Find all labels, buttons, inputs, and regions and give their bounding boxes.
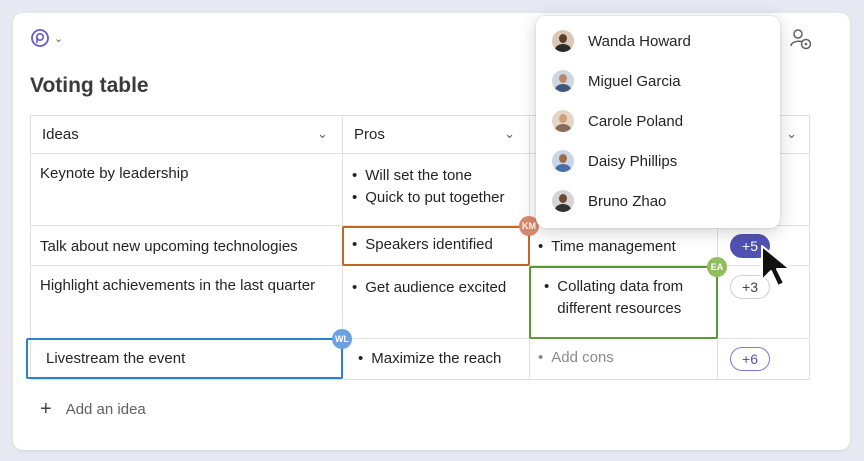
app-menu-button[interactable]: ⌄: [30, 27, 70, 49]
add-cons-field[interactable]: Add cons: [538, 347, 713, 369]
mouse-cursor-icon: [761, 245, 791, 287]
avatar: [552, 30, 574, 52]
voter-item[interactable]: Carole Poland: [552, 106, 683, 136]
add-idea-button[interactable]: + Add an idea: [40, 398, 146, 420]
avatar: [552, 70, 574, 92]
plus-icon: +: [40, 398, 52, 420]
chevron-down-icon: ⌄: [54, 32, 64, 45]
chevron-down-icon[interactable]: ⌄: [504, 126, 515, 142]
collaborator-selection-km: [342, 226, 530, 266]
collaborator-selection-wl: [26, 338, 343, 379]
avatar: [552, 110, 574, 132]
idea-cell[interactable]: Talk about new upcoming technologies: [40, 236, 335, 258]
collaborator-selection-ea: [529, 266, 718, 339]
chevron-down-icon[interactable]: ⌄: [786, 126, 797, 142]
vote-button[interactable]: +6: [730, 347, 770, 371]
avatar: [552, 150, 574, 172]
voter-item[interactable]: Daisy Phillips: [552, 146, 677, 176]
pros-cell[interactable]: Get audience excited: [352, 277, 527, 299]
collaborator-avatar-wl: WL: [332, 329, 352, 349]
voters-popup: Wanda Howard Miguel Garcia Carole Poland…: [536, 16, 780, 228]
chevron-down-icon[interactable]: ⌄: [317, 126, 328, 142]
loop-icon: [31, 29, 49, 47]
collaborator-avatar-ea: EA: [707, 257, 727, 277]
cons-cell[interactable]: Time management: [538, 236, 713, 258]
voter-item[interactable]: Wanda Howard: [552, 26, 691, 56]
voter-item[interactable]: Miguel Garcia: [552, 66, 681, 96]
avatar: [552, 190, 574, 212]
pros-cell[interactable]: Will set the tone Quick to put together: [352, 165, 532, 209]
voter-item[interactable]: Bruno Zhao: [552, 186, 666, 216]
column-header-ideas[interactable]: Ideas ⌄: [30, 115, 342, 153]
page-title: Voting table: [30, 74, 149, 97]
idea-cell[interactable]: Highlight achievements in the last quart…: [40, 275, 335, 297]
idea-cell[interactable]: Keynote by leadership: [40, 163, 335, 185]
people-settings-icon[interactable]: [790, 28, 812, 50]
column-header-pros[interactable]: Pros ⌄: [342, 115, 529, 153]
pros-cell[interactable]: Maximize the reach: [358, 348, 528, 370]
